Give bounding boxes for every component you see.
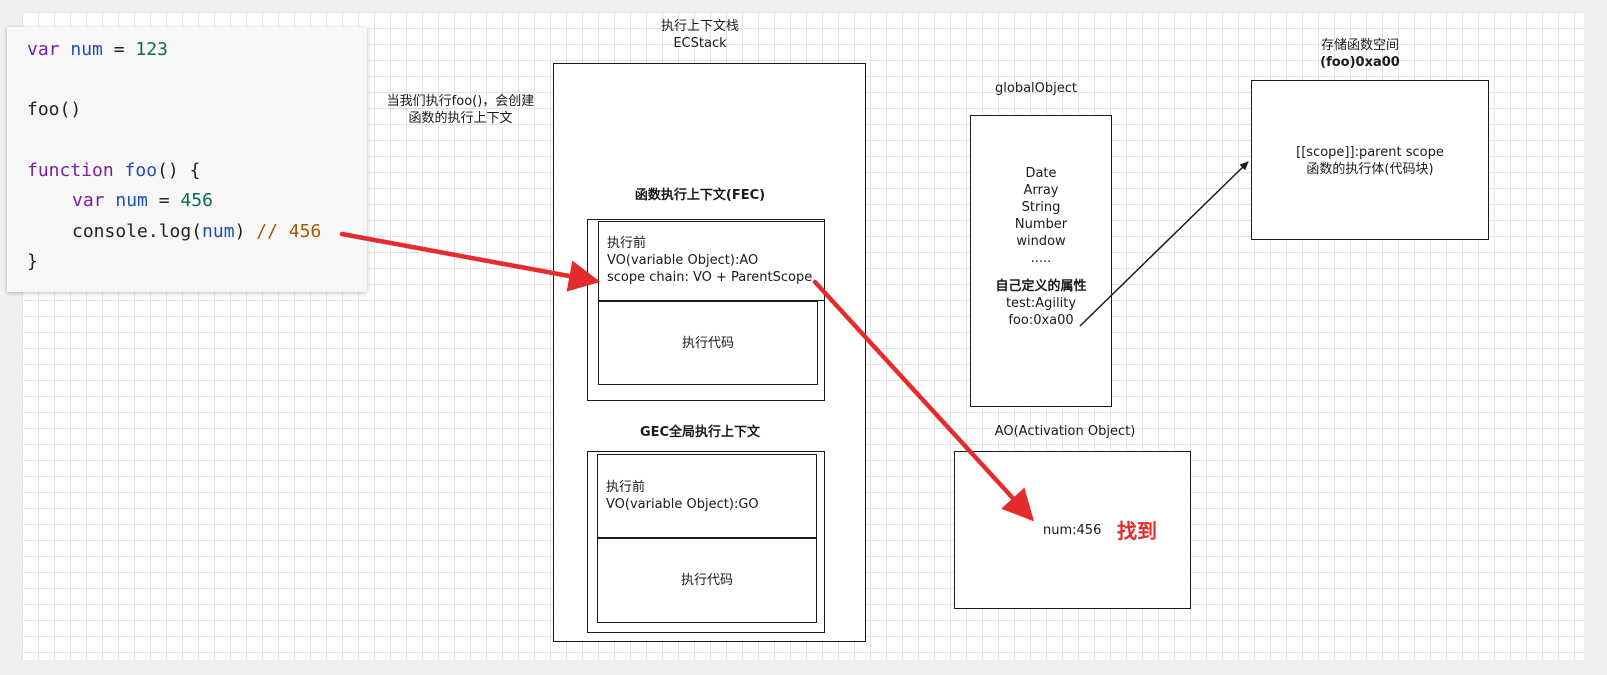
gec-vo: VO(variable Object):GO: [606, 497, 759, 512]
ecstack-title-cn: 执行上下文栈: [660, 19, 739, 34]
code-identifier: num: [115, 190, 148, 211]
global-object-title: globalObject: [995, 81, 1077, 96]
code-operator: =: [147, 190, 181, 211]
code-line-6: }: [27, 251, 38, 272]
gec-variables-text: 执行前 VO(variable Object):GO: [606, 479, 759, 513]
ecstack-title-en: ECStack: [673, 36, 727, 51]
global-custom-property: test:Agility: [1005, 296, 1077, 311]
code-line-1: var num = 123: [27, 39, 168, 60]
code-call: foo(): [27, 99, 82, 120]
global-custom-property: foo:0xa00: [1008, 313, 1074, 328]
fec-pre-label: 执行前: [607, 236, 647, 251]
code-line-5: console.log(num) // 456: [72, 221, 321, 242]
ao-title: AO(Activation Object): [994, 424, 1136, 439]
code-comment: // 456: [256, 221, 322, 242]
code-line-3: function foo() {: [27, 160, 200, 181]
global-builtin: String: [1021, 200, 1061, 215]
func-storage-title-cn: 存储函数空间: [1320, 38, 1399, 53]
global-builtin: Date: [1025, 166, 1057, 181]
fec-title: 函数执行上下文(FEC): [634, 188, 766, 203]
gec-title: GEC全局执行上下文: [639, 425, 761, 440]
code-identifier: num: [70, 39, 103, 60]
fec-vo: VO(variable Object):AO: [607, 253, 759, 268]
code-text: ): [234, 221, 246, 242]
fec-exec-code-label: 执行代码: [681, 336, 734, 351]
code-text: () {: [157, 160, 201, 181]
code-number: 456: [180, 190, 213, 211]
code-keyword: function: [27, 160, 114, 181]
found-annotation: 找到: [1117, 519, 1157, 543]
gec-pre-label: 执行前: [606, 480, 646, 495]
func-storage-title: 存储函数空间 (foo)0xa00: [1280, 37, 1440, 71]
global-object-contents: Date Array String Number window ..... 自己…: [970, 165, 1112, 329]
func-storage-address: (foo)0xa00: [1320, 55, 1400, 70]
code-keyword: var: [27, 39, 60, 60]
code-number: 123: [135, 39, 168, 60]
note-line: 当我们执行foo()，会创建: [386, 94, 535, 109]
code-identifier: foo: [124, 160, 158, 181]
code-operator: =: [102, 39, 136, 60]
code-line-2: foo(): [27, 99, 81, 120]
func-scope: [[scope]]:parent scope: [1296, 145, 1444, 160]
global-custom-title: 自己定义的属性: [995, 279, 1087, 294]
code-keyword: var: [72, 190, 105, 211]
code-call: console.log(: [72, 221, 203, 242]
code-line-4: var num = 456: [72, 190, 213, 211]
code-snippet-panel: var num = 123 foo() function foo() { var…: [7, 27, 367, 292]
fec-creation-note: 当我们执行foo()，会创建 函数的执行上下文: [378, 93, 543, 127]
global-builtin: Array: [1023, 183, 1059, 198]
ecstack-title: 执行上下文栈 ECStack: [620, 18, 780, 52]
fec-scope-chain: scope chain: VO + ParentScope: [607, 270, 813, 285]
global-builtin: Number: [1014, 217, 1068, 232]
code-identifier: num: [202, 221, 235, 242]
note-line: 函数的执行上下文: [408, 111, 513, 126]
gec-exec-code-label: 执行代码: [680, 573, 733, 588]
global-builtin: window: [1016, 234, 1066, 249]
code-text: }: [27, 251, 38, 272]
fec-variables-text: 执行前 VO(variable Object):AO scope chain: …: [607, 235, 812, 286]
func-body: 函数的执行体(代码块): [1306, 162, 1434, 177]
global-builtin: .....: [1030, 251, 1052, 266]
ao-value: num:456: [1043, 523, 1102, 538]
func-storage-contents: [[scope]]:parent scope 函数的执行体(代码块): [1251, 144, 1489, 178]
